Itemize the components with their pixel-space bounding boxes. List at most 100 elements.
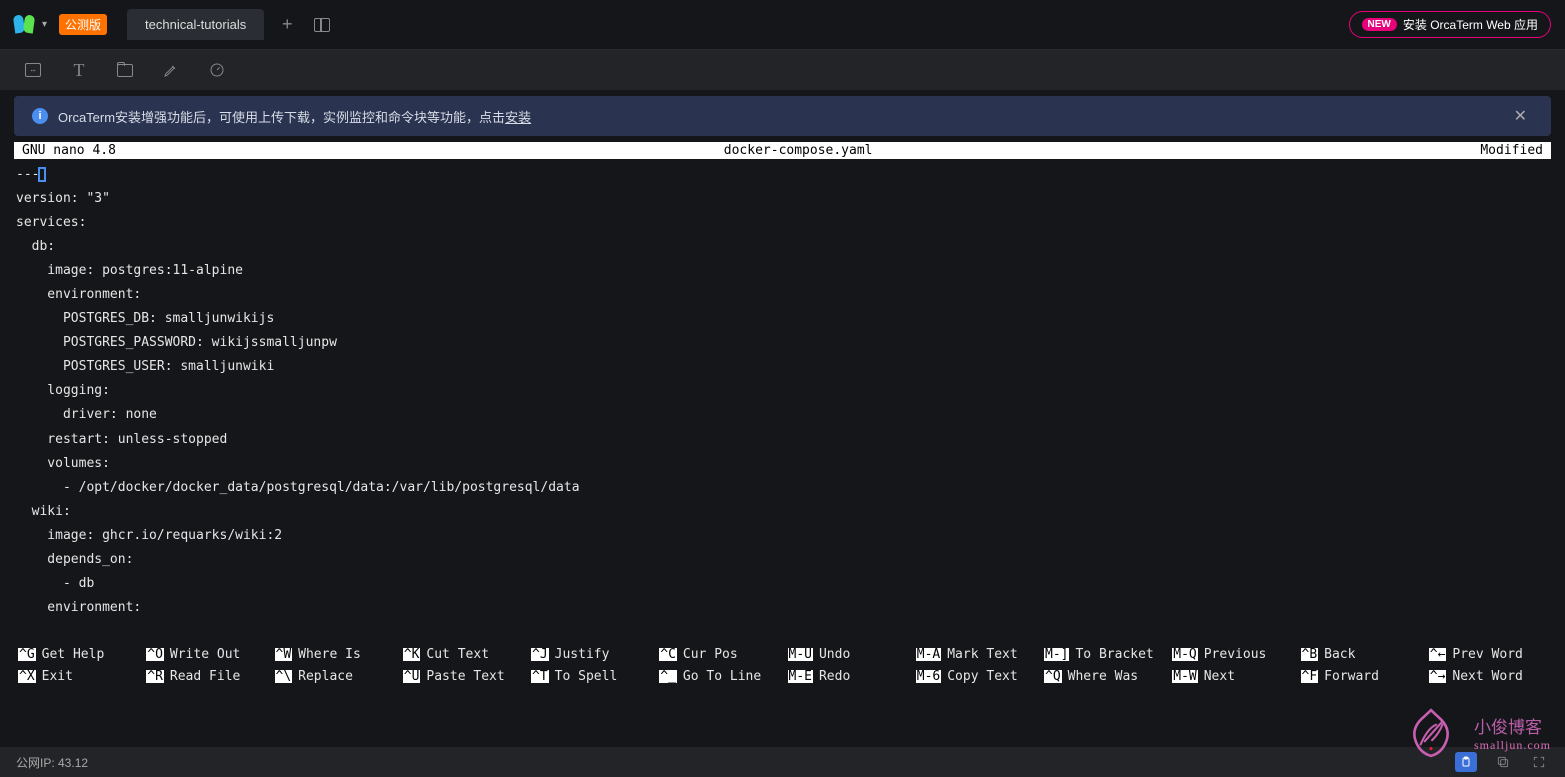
terminal[interactable]: GNU nano 4.8 docker-compose.yaml Modifie… — [14, 142, 1551, 688]
nano-status: Modified — [1480, 144, 1543, 157]
edit-icon[interactable] — [162, 61, 180, 79]
help-key: ^Q — [1044, 670, 1062, 683]
help-key: ^X — [18, 670, 36, 683]
nano-help-bar: ^GGet Help ^OWrite Out ^WWhere Is ^KCut Tex… — [14, 644, 1551, 688]
help-item: M-WNext — [1172, 666, 1290, 688]
help-label: Where Was — [1062, 670, 1138, 683]
help-key: M-W — [1172, 670, 1197, 683]
top-bar: ▾ 公测版 technical-tutorials + NEW 安装 OrcaT… — [0, 0, 1565, 50]
info-banner: i OrcaTerm安装增强功能后，可使用上传下载，实例监控和命令块等功能，点击… — [14, 96, 1551, 136]
help-key: ^U — [403, 670, 421, 683]
help-key: ^O — [146, 648, 164, 661]
help-item: ^FForward — [1301, 666, 1419, 688]
info-icon: i — [32, 108, 48, 124]
help-item: ^GGet Help — [18, 644, 136, 666]
editor-line: POSTGRES_PASSWORD: wikijssmalljunpw — [16, 331, 1549, 355]
nano-filename: docker-compose.yaml — [724, 144, 873, 157]
help-label: Exit — [36, 670, 73, 683]
editor-line: services: — [16, 211, 1549, 235]
editor-line: wiki: — [16, 500, 1549, 524]
help-label: To Spell — [549, 670, 618, 683]
install-app-button[interactable]: NEW 安装 OrcaTerm Web 应用 — [1349, 11, 1551, 38]
copy-icon[interactable] — [1493, 752, 1513, 772]
watermark-logo-icon — [1405, 707, 1457, 759]
help-item: ^QWhere Was — [1044, 666, 1162, 688]
editor-line: driver: none — [16, 403, 1549, 427]
help-item: ^RRead File — [146, 666, 264, 688]
editor-content[interactable]: ---version: "3"services: db: image: post… — [14, 159, 1551, 630]
watermark-text: 小俊博客 smalljun.com — [1474, 713, 1551, 753]
help-item: ^UPaste Text — [403, 666, 521, 688]
help-key: ^C — [659, 648, 677, 661]
split-layout-icon[interactable] — [314, 18, 330, 32]
tab-active[interactable]: technical-tutorials — [127, 9, 264, 40]
help-key: ^→ — [1429, 670, 1447, 683]
help-item: ^XExit — [18, 666, 136, 688]
help-label: Undo — [813, 648, 850, 661]
help-item: ^WWhere Is — [275, 644, 393, 666]
help-item: M-]To Bracket — [1044, 644, 1162, 666]
help-key: ^F — [1301, 670, 1319, 683]
watermark-line1: 小俊博客 — [1474, 713, 1551, 738]
editor-line: - /opt/docker/docker_data/postgresql/dat… — [16, 476, 1549, 500]
nano-header: GNU nano 4.8 docker-compose.yaml Modifie… — [14, 142, 1551, 159]
help-label: Replace — [292, 670, 353, 683]
app-logo[interactable]: ▾ — [14, 15, 47, 35]
help-key: ^R — [146, 670, 164, 683]
help-item: ^OWrite Out — [146, 644, 264, 666]
help-key: ^J — [531, 648, 549, 661]
new-tab-button[interactable]: + — [272, 10, 302, 40]
folder-icon[interactable] — [116, 61, 134, 79]
chevron-down-icon: ▾ — [42, 19, 47, 30]
help-label: Copy Text — [941, 670, 1017, 683]
help-key: M-A — [916, 648, 941, 661]
status-bar: 公网IP: 43.12 — [0, 747, 1565, 777]
help-label: Prev Word — [1446, 648, 1522, 661]
clipboard-icon[interactable] — [1455, 752, 1477, 772]
editor-line: version: "3" — [16, 187, 1549, 211]
editor-line: depends_on: — [16, 548, 1549, 572]
code-block-icon[interactable]: ⋯ — [24, 61, 42, 79]
help-label: Forward — [1318, 670, 1379, 683]
editor-line: logging: — [16, 379, 1549, 403]
help-key: M-6 — [916, 670, 941, 683]
gauge-icon[interactable] — [208, 61, 226, 79]
help-label: Previous — [1198, 648, 1267, 661]
help-label: Get Help — [36, 648, 105, 661]
editor-line: image: ghcr.io/requarks/wiki:2 — [16, 524, 1549, 548]
help-item: ^←Prev Word — [1429, 644, 1547, 666]
help-item: ^JJustify — [531, 644, 649, 666]
editor-line: environment: — [16, 596, 1549, 620]
banner-install-link[interactable]: 安装 — [505, 107, 531, 126]
help-key: ^_ — [659, 670, 677, 683]
help-key: M-U — [788, 648, 813, 661]
help-item: M-QPrevious — [1172, 644, 1290, 666]
banner-close-button[interactable]: ✕ — [1508, 106, 1533, 126]
help-key: ^K — [403, 648, 421, 661]
help-label: Mark Text — [941, 648, 1017, 661]
help-item: ^TTo Spell — [531, 666, 649, 688]
help-item: M-6Copy Text — [916, 666, 1034, 688]
help-label: Back — [1318, 648, 1355, 661]
logo-mark-icon — [14, 15, 34, 35]
nano-app-name: GNU nano 4.8 — [22, 144, 116, 157]
text-icon[interactable]: T — [70, 61, 88, 79]
editor-line: image: postgres:11-alpine — [16, 259, 1549, 283]
help-item: M-ERedo — [788, 666, 906, 688]
help-key: ^T — [531, 670, 549, 683]
help-key: M-E — [788, 670, 813, 683]
help-label: Write Out — [164, 648, 240, 661]
help-item: M-AMark Text — [916, 644, 1034, 666]
editor-line: environment: — [16, 283, 1549, 307]
toolbar: ⋯ T — [0, 50, 1565, 90]
help-label: Cut Text — [420, 648, 489, 661]
help-item: ^→Next Word — [1429, 666, 1547, 688]
help-label: Go To Line — [677, 670, 761, 683]
cursor — [38, 167, 46, 182]
help-key: M-Q — [1172, 648, 1197, 661]
editor-line: POSTGRES_DB: smalljunwikijs — [16, 307, 1549, 331]
help-key: ^G — [18, 648, 36, 661]
help-item: ^_Go To Line — [659, 666, 777, 688]
help-key: ^← — [1429, 648, 1447, 661]
fullscreen-icon[interactable] — [1529, 752, 1549, 772]
